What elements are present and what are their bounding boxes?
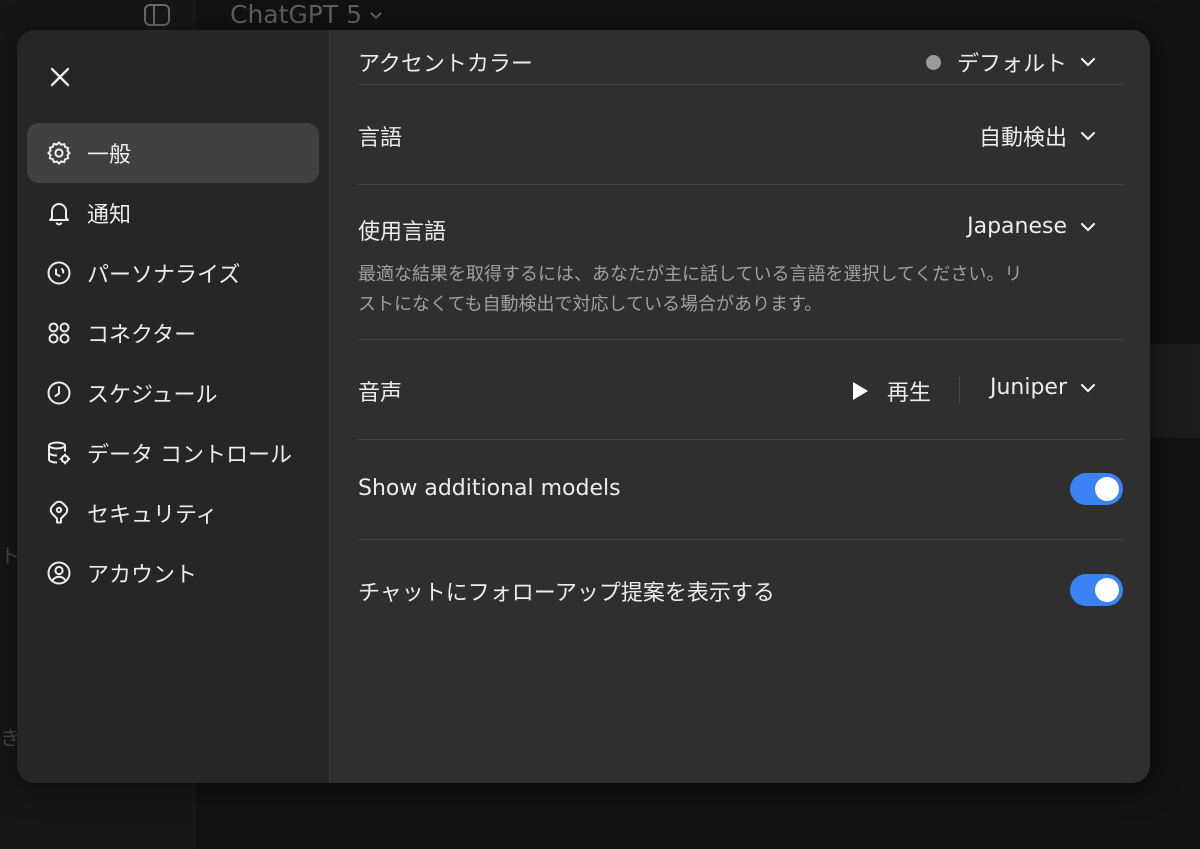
dropdown-value: デフォルト	[956, 52, 1067, 77]
close-icon	[50, 67, 70, 87]
setting-row-additional-models: Show additional models	[358, 439, 1123, 540]
chevron-down-icon	[1080, 222, 1096, 232]
connectors-icon	[45, 319, 73, 347]
clock-icon	[45, 379, 73, 407]
setting-row-followups: チャットにフォローアップ提案を表示する	[358, 539, 1123, 639]
play-label: 再生	[886, 381, 931, 406]
dropdown-value: 自動検出	[978, 126, 1067, 151]
followups-toggle[interactable]	[1070, 574, 1123, 606]
bell-icon	[45, 199, 73, 227]
spoken-language-dropdown[interactable]: Japanese	[967, 214, 1097, 239]
model-selector[interactable]: ChatGPT 5	[230, 0, 384, 29]
setting-label: アクセントカラー	[358, 52, 533, 77]
security-icon	[45, 499, 73, 527]
sidebar-toggle-icon[interactable]	[142, 2, 172, 28]
dropdown-value: Japanese	[967, 214, 1067, 239]
background-highlight	[1150, 344, 1200, 438]
nav-item-label: アカウント	[87, 563, 198, 588]
setting-label: 使用言語	[358, 220, 447, 245]
setting-row-accent-color: アクセントカラー デフォルト	[358, 30, 1123, 85]
nav-item-label: スケジュール	[87, 383, 218, 408]
nav-item-security[interactable]: セキュリティ	[27, 483, 319, 543]
dropdown-value: Juniper	[989, 375, 1067, 400]
settings-nav-list: 一般 通知 パーソナライズ コネクター スケジュール データ コントロール セキ…	[27, 123, 319, 603]
nav-item-personalize[interactable]: パーソナライズ	[27, 243, 319, 303]
additional-models-toggle[interactable]	[1070, 473, 1123, 505]
setting-description: 最適な結果を取得するには、あなたが主に話している言語を選択してください。リストに…	[358, 264, 1023, 315]
play-voice-button[interactable]: 再生	[851, 375, 931, 407]
settings-modal: 一般 通知 パーソナライズ コネクター スケジュール データ コントロール セキ…	[17, 30, 1150, 783]
setting-row-language: 言語 自動検出	[358, 84, 1123, 185]
close-button[interactable]	[45, 62, 75, 92]
personalize-icon	[45, 259, 73, 287]
chevron-down-icon	[370, 11, 382, 19]
nav-item-label: データ コントロール	[87, 443, 292, 468]
settings-content: アクセントカラー デフォルト 言語 自動検出 使用言語 Japanese 最適な…	[358, 30, 1123, 783]
nav-item-schedule[interactable]: スケジュール	[27, 363, 319, 423]
user-circle-icon	[45, 559, 73, 587]
setting-row-voice: 音声 再生 Juniper	[358, 339, 1123, 440]
setting-label: 音声	[358, 381, 403, 406]
play-icon	[852, 382, 868, 400]
setting-label: チャットにフォローアップ提案を表示する	[358, 581, 775, 606]
color-dot-icon	[925, 54, 941, 70]
toggle-knob	[1095, 578, 1119, 602]
nav-item-label: 一般	[87, 143, 132, 168]
nav-item-label: 通知	[87, 203, 132, 228]
nav-item-label: セキュリティ	[87, 503, 218, 528]
chevron-down-icon	[1080, 383, 1096, 393]
nav-item-general[interactable]: 一般	[27, 123, 319, 183]
toggle-knob	[1095, 477, 1119, 501]
setting-label: 言語	[358, 126, 403, 151]
divider	[959, 377, 960, 403]
accent-color-dropdown[interactable]: デフォルト	[925, 46, 1097, 78]
settings-nav: 一般 通知 パーソナライズ コネクター スケジュール データ コントロール セキ…	[17, 30, 330, 783]
nav-item-notifications[interactable]: 通知	[27, 183, 319, 243]
voice-dropdown[interactable]: Juniper	[990, 375, 1097, 400]
chevron-down-icon	[1080, 57, 1096, 67]
nav-item-label: コネクター	[87, 323, 197, 348]
nav-item-account[interactable]: アカウント	[27, 543, 319, 603]
setting-label: Show additional models	[358, 476, 621, 501]
gear-icon	[45, 139, 73, 167]
nav-item-label: パーソナライズ	[87, 263, 241, 288]
database-gear-icon	[45, 439, 73, 467]
setting-row-spoken-language: 使用言語 Japanese 最適な結果を取得するには、あなたが主に話している言語…	[358, 184, 1123, 340]
nav-item-connectors[interactable]: コネクター	[27, 303, 319, 363]
chevron-down-icon	[1080, 131, 1096, 141]
language-dropdown[interactable]: 自動検出	[979, 120, 1097, 152]
app-title: ChatGPT 5	[230, 0, 362, 29]
nav-item-data-controls[interactable]: データ コントロール	[27, 423, 319, 483]
